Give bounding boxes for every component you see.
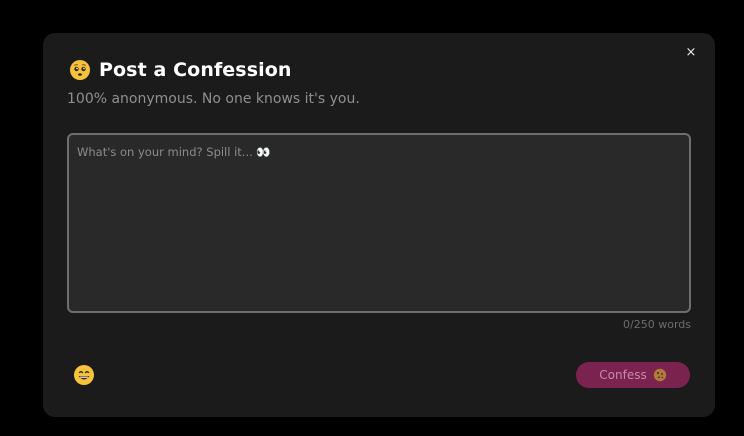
close-button[interactable]: × (683, 45, 699, 61)
confess-button-label: Confess (599, 368, 647, 382)
word-count: 0/250 words (623, 318, 691, 331)
confession-modal: × Post a Confession 100% anonymous. No o… (43, 33, 715, 417)
modal-subtitle: 100% anonymous. No one knows it's you. (67, 91, 360, 107)
cookie-icon (653, 368, 666, 382)
confession-textarea[interactable] (69, 135, 689, 311)
modal-header: Post a Confession (69, 59, 292, 81)
close-icon[interactable]: × (686, 45, 697, 60)
modal-title: Post a Confession (99, 59, 292, 81)
grinning-face-icon[interactable] (73, 364, 95, 386)
confess-button[interactable]: Confess (576, 362, 690, 388)
pleading-face-icon (70, 60, 90, 80)
confession-input-container (67, 133, 691, 313)
